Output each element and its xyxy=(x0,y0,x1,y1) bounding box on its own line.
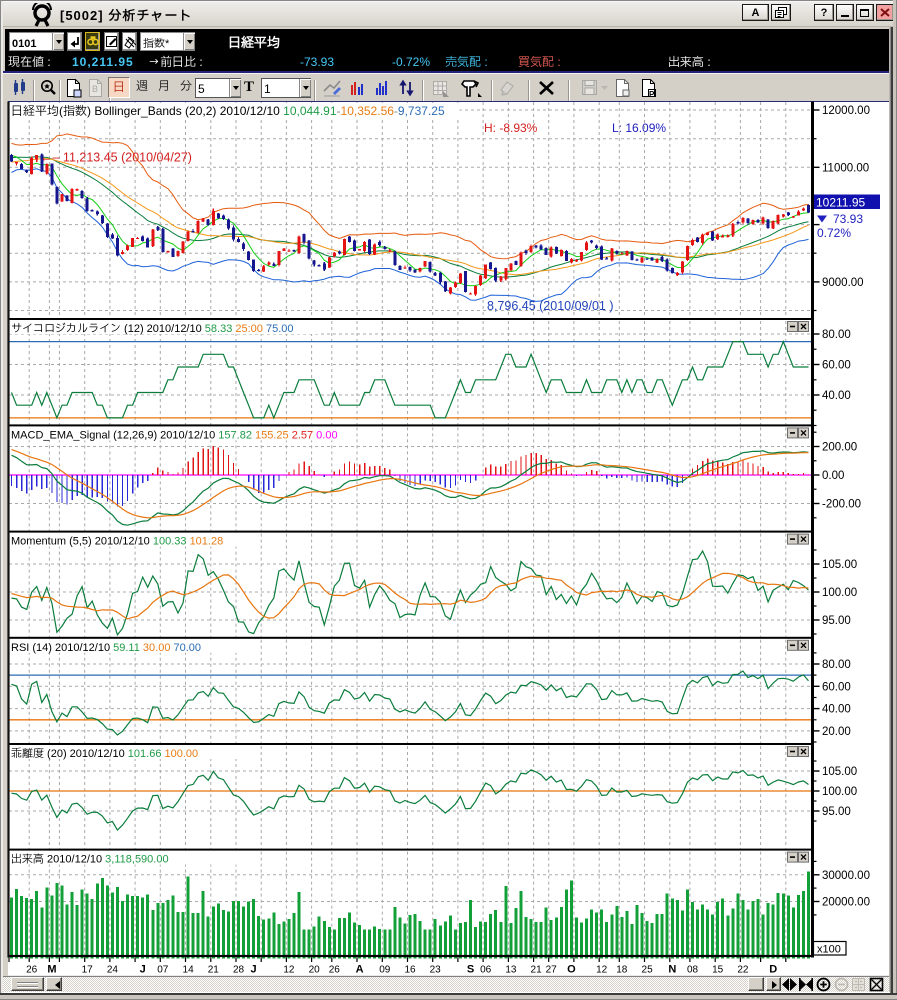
svg-text:乖離度 (20) 2010/12/10 101.66 100: 乖離度 (20) 2010/12/10 101.66 100.00 xyxy=(10,745,198,762)
svg-text:95.00: 95.00 xyxy=(822,804,851,821)
svg-text:08: 08 xyxy=(687,963,699,977)
svg-text:L: 16.09%: L: 16.09% xyxy=(612,120,666,138)
svg-text:RSI (14) 2010/12/10 59.11 30.0: RSI (14) 2010/12/10 59.11 30.00 70.00 xyxy=(11,639,201,656)
svg-text:12: 12 xyxy=(283,963,295,977)
svg-text:14: 14 xyxy=(183,963,195,977)
svg-text:出来高 2010/12/10 3,118,590.00: 出来高 2010/12/10 3,118,590.00 xyxy=(11,851,169,868)
svg-text:16: 16 xyxy=(404,963,416,977)
svg-text:100.00: 100.00 xyxy=(822,585,857,602)
svg-text:H: -8.93%: H: -8.93% xyxy=(484,120,538,138)
svg-text:B: B xyxy=(92,82,98,96)
svg-text:N: N xyxy=(668,961,676,977)
svg-text:200.00: 200.00 xyxy=(822,440,857,457)
svg-text:22: 22 xyxy=(737,963,749,977)
svg-text:60.00: 60.00 xyxy=(822,679,851,696)
svg-text:8,796.45 (2010/09/01 ): 8,796.45 (2010/09/01 ) xyxy=(487,297,614,316)
svg-text:J: J xyxy=(140,961,146,977)
svg-text:Momentum (5,5) 2010/12/10 100.: Momentum (5,5) 2010/12/10 100.33 101.28 xyxy=(11,533,223,550)
svg-text:06: 06 xyxy=(480,963,492,977)
svg-text:26: 26 xyxy=(329,963,341,977)
svg-text:11000.00: 11000.00 xyxy=(822,160,869,177)
svg-text:80.00: 80.00 xyxy=(822,657,851,674)
svg-text:日経平均(指数) Bollinger_Bands (20,2: 日経平均(指数) Bollinger_Bands (20,2) 2010/12/… xyxy=(11,103,445,121)
svg-text:O: O xyxy=(567,961,576,977)
svg-text:40.00: 40.00 xyxy=(822,702,851,719)
svg-text:100.00: 100.00 xyxy=(822,784,857,801)
svg-text:24: 24 xyxy=(107,963,119,977)
svg-text:x100: x100 xyxy=(817,941,841,958)
svg-text:25: 25 xyxy=(642,963,654,977)
svg-text:17: 17 xyxy=(82,963,94,977)
svg-text:09: 09 xyxy=(379,963,391,977)
svg-text:A: A xyxy=(356,961,364,977)
svg-text:21: 21 xyxy=(208,963,220,977)
svg-text:105.00: 105.00 xyxy=(822,764,857,781)
svg-text:10211.95: 10211.95 xyxy=(816,195,865,213)
svg-text:13: 13 xyxy=(505,963,517,977)
svg-text:←– 11,213.45 (2010/04/27): ←– 11,213.45 (2010/04/27) xyxy=(40,149,192,168)
svg-text:95.00: 95.00 xyxy=(822,613,851,630)
svg-text:15: 15 xyxy=(712,963,724,977)
svg-text:J: J xyxy=(251,961,257,977)
svg-text:20: 20 xyxy=(309,963,321,977)
svg-text:18: 18 xyxy=(616,963,628,977)
svg-text:105.00: 105.00 xyxy=(822,557,857,574)
svg-text:28: 28 xyxy=(233,963,245,977)
svg-text:サイコロジカルライン (12) 2010/12/10 58.: サイコロジカルライン (12) 2010/12/10 58.33 25:00 7… xyxy=(11,320,294,337)
svg-text:40.00: 40.00 xyxy=(822,388,851,405)
svg-text:07: 07 xyxy=(157,963,169,977)
svg-text:23: 23 xyxy=(430,963,442,977)
svg-text:12000.00: 12000.00 xyxy=(822,103,870,120)
svg-text:S: S xyxy=(467,961,474,977)
svg-text:MACD_EMA_Signal (12,26,9) 2010: MACD_EMA_Signal (12,26,9) 2010/12/10 157… xyxy=(11,426,338,443)
svg-text:0.00: 0.00 xyxy=(822,468,844,485)
svg-text:26: 26 xyxy=(26,963,38,977)
svg-text:9000.00: 9000.00 xyxy=(822,275,864,292)
svg-text:21: 21 xyxy=(531,963,543,977)
svg-text:M: M xyxy=(47,961,56,977)
svg-text:27: 27 xyxy=(546,963,558,977)
svg-text:20.00: 20.00 xyxy=(822,724,851,741)
svg-text:20000.00: 20000.00 xyxy=(822,895,870,912)
svg-text:D: D xyxy=(769,961,777,977)
svg-text:0.72%: 0.72% xyxy=(817,225,851,243)
svg-text:80.00: 80.00 xyxy=(822,327,851,344)
svg-text:-200.00: -200.00 xyxy=(822,497,861,514)
svg-text:12: 12 xyxy=(596,963,608,977)
svg-text:P: P xyxy=(649,89,655,99)
svg-text:60.00: 60.00 xyxy=(822,358,851,375)
svg-text:30000.00: 30000.00 xyxy=(822,868,870,885)
